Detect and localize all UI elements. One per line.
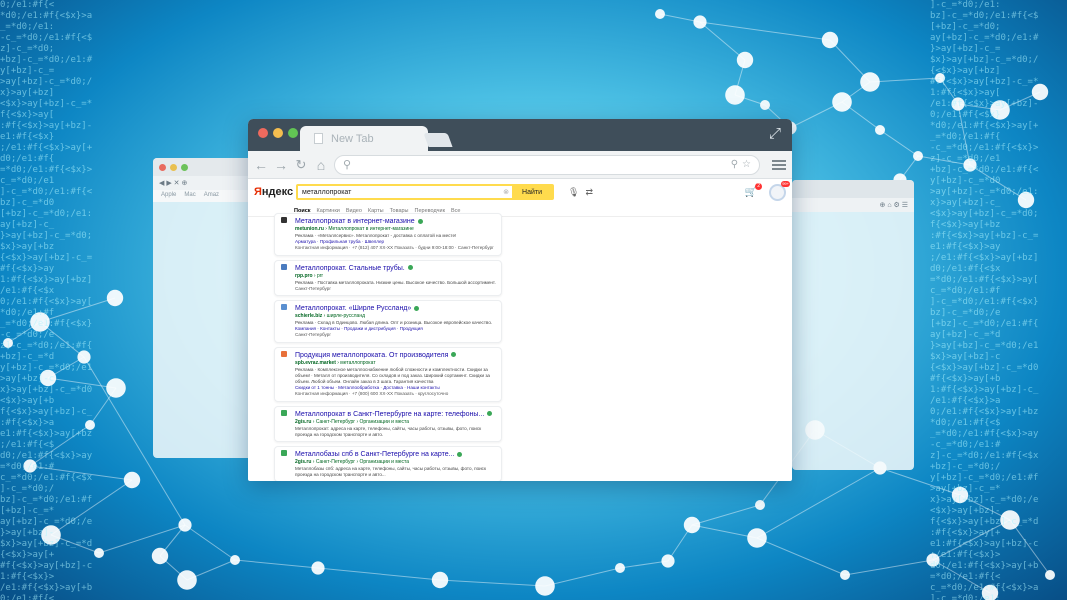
tab-title: New Tab — [331, 132, 374, 145]
maximize-dot-icon — [181, 163, 188, 171]
forward-arrow-icon[interactable]: → — [274, 158, 288, 172]
search-result: Металлопрокат. «Ширле Руссланд» schierle.… — [274, 300, 502, 343]
result-title-link[interactable]: Металлопрокат. «Ширле Руссланд» — [295, 304, 497, 313]
site-favicon-icon — [281, 263, 287, 270]
result-contact-info: Контактная информация · +7 (812) 407 XX-… — [295, 245, 494, 251]
site-favicon-icon — [281, 450, 287, 457]
result-contact-info: Санкт-Петербург — [295, 332, 332, 338]
yandex-header: Яндекс металлопрокат ⊗ Найти 🎙 ⇄ 🛒 2 99+ — [248, 179, 792, 205]
bookmarks-bar: Apple Mac Amaz — [153, 190, 263, 202]
minimize-button[interactable] — [273, 128, 283, 138]
verified-check-icon — [487, 411, 493, 417]
search-result: Продукция металлопроката. От производите… — [274, 346, 502, 402]
code-column-right: ]-c_=*d0;/e1: bz]-c_=*d0;/e1:#f{<$ [+bz]… — [930, 0, 1039, 600]
result-title-link[interactable]: Металлопрокат в интернет-магазине — [295, 217, 497, 226]
result-url[interactable]: 2gis.ru › Санкт-Петербург › Организации … — [295, 459, 497, 466]
zoom-icon[interactable]: ⚲ — [731, 159, 738, 170]
minimize-dot-icon — [170, 163, 177, 171]
verified-check-icon — [407, 265, 413, 271]
search-button[interactable]: Найти — [512, 186, 552, 198]
code-column-left: 0;/e1:#f{< *d0;/e1:#f{<$x}>a _=*d0;/e1: … — [0, 0, 93, 600]
expand-icon[interactable]: ⤢ — [766, 125, 784, 143]
verified-check-icon — [417, 218, 423, 224]
address-bar[interactable]: ⚲ ⚲ ☆ — [334, 154, 760, 175]
result-description: Реклама · Поставка металлопроката. Низки… — [295, 279, 496, 285]
search-result: Металлопрокат в Санкт-Петербурге на карт… — [274, 405, 502, 443]
result-description: Металлобазы спб: адреса на карте, телефо… — [295, 466, 486, 478]
microphone-icon[interactable]: 🎙 — [568, 187, 579, 198]
menu-icon[interactable] — [772, 159, 786, 170]
background-window-right: ⊕ ⌂ ⚙ ☰ — [792, 180, 914, 470]
browser-toolbar: ← → ↻ ⌂ ⚲ ⚲ ☆ — [248, 151, 792, 179]
star-icon[interactable]: ☆ — [742, 159, 751, 170]
result-title-link[interactable]: Металлобазы спб в Санкт-Петербурге на ка… — [295, 450, 497, 459]
bookmark-item: Amaz — [203, 192, 220, 198]
result-url[interactable]: schierle.biz › ширле-руссланд — [295, 313, 497, 320]
site-favicon-icon — [281, 409, 287, 416]
result-url[interactable]: 2gis.ru › Санкт-Петербург › Организации … — [295, 419, 497, 426]
search-input[interactable]: металлопрокат ⊗ Найти — [296, 184, 554, 200]
bookmark-item: Mac — [184, 192, 196, 198]
back-arrow-icon[interactable]: ← — [254, 158, 268, 172]
result-title-link[interactable]: Металлопрокат. Стальные трубы. — [295, 264, 497, 273]
filter-icon[interactable]: ⇄ — [585, 187, 593, 198]
browser-window: New Tab ⤢ ← → ↻ ⌂ ⚲ ⚲ ☆ Яндекс металлопр… — [248, 119, 792, 481]
close-dot-icon — [159, 163, 166, 171]
background-toolbar: ◀ ▶ ✕ ⊕ — [153, 176, 263, 190]
result-contact-info: Санкт-Петербург — [295, 285, 332, 291]
site-favicon-icon — [281, 217, 287, 223]
page-icon — [314, 133, 323, 144]
result-url[interactable]: spb.evraz.market › металлопрокат — [295, 360, 497, 367]
search-query[interactable]: металлопрокат — [298, 186, 500, 198]
result-contact-info: Контактная информация · +7 (800) 600 XX-… — [295, 391, 449, 397]
search-results: Металлопрокат в интернет-магазине metunio… — [274, 213, 502, 481]
verified-check-icon — [457, 451, 463, 457]
background-toolbar: ⊕ ⌂ ⚙ ☰ — [792, 198, 914, 212]
tab-new-tab[interactable]: New Tab — [300, 126, 428, 151]
result-description: Реклама · Комплексное металлоснабжение л… — [295, 366, 490, 385]
verified-check-icon — [414, 305, 420, 311]
search-icon: ⚲ — [343, 159, 352, 171]
site-favicon-icon — [281, 304, 287, 311]
bookmark-item: Apple — [161, 192, 177, 198]
avatar[interactable]: 99+ — [769, 180, 790, 201]
site-favicon-icon — [281, 350, 287, 357]
result-title-link[interactable]: Продукция металлопроката. От производите… — [295, 351, 497, 360]
notification-badge: 99+ — [781, 180, 790, 187]
verified-check-icon — [451, 352, 457, 358]
home-icon[interactable]: ⌂ — [314, 158, 328, 172]
cart-badge: 2 — [755, 182, 762, 190]
search-result: Металлопрокат в интернет-магазине metunio… — [274, 213, 502, 256]
result-url[interactable]: rpp.pro › prr — [295, 273, 497, 280]
clear-icon[interactable]: ⊗ — [500, 186, 512, 198]
background-window-left: ◀ ▶ ✕ ⊕ Apple Mac Amaz — [153, 158, 263, 458]
title-bar: New Tab ⤢ — [248, 119, 792, 151]
result-url[interactable]: metunion.ru › Металлопрокат в интернет-м… — [295, 226, 497, 233]
close-button[interactable] — [258, 128, 268, 138]
maximize-button[interactable] — [288, 128, 298, 138]
new-tab-button[interactable] — [423, 133, 453, 147]
search-result: Металлобазы спб в Санкт-Петербурге на ка… — [274, 446, 502, 481]
search-result: Металлопрокат. Стальные трубы. rpp.pro › … — [274, 259, 502, 297]
result-description: Металлопрокат: адреса на карте, телефоны… — [295, 425, 482, 437]
yandex-logo[interactable]: Яндекс — [254, 186, 293, 198]
cart-icon[interactable]: 🛒 2 — [745, 182, 762, 198]
reload-icon[interactable]: ↻ — [294, 157, 308, 172]
result-title-link[interactable]: Металлопрокат в Санкт-Петербурге на карт… — [295, 410, 497, 419]
